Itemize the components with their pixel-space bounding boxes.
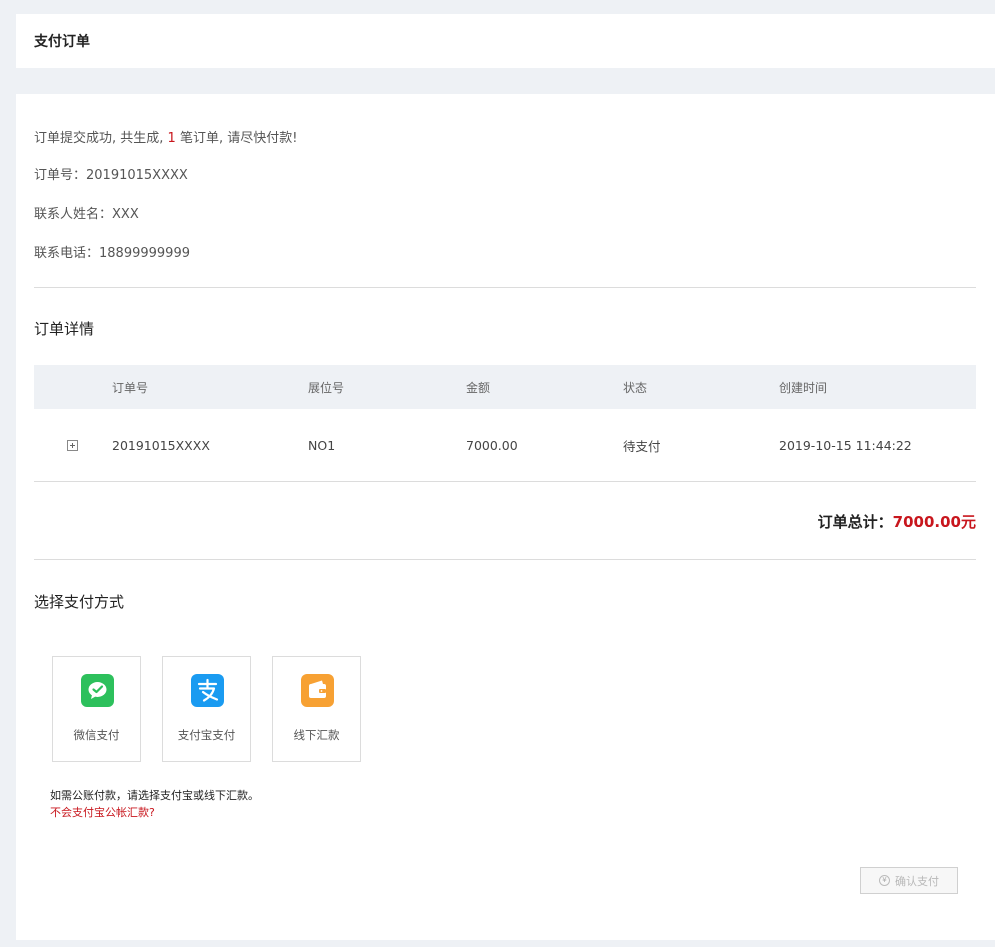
column-header-created-at: 创建时间: [779, 380, 828, 395]
page-header: 支付订单: [16, 14, 995, 68]
alipay-icon: [191, 674, 224, 707]
column-header-status: 状态: [623, 380, 648, 395]
order-total: 订单总计：7000.00元: [818, 511, 976, 532]
order-details-title: 订单详情: [34, 320, 95, 338]
row-status: 待支付: [623, 438, 661, 454]
contact-phone-label: 联系电话：: [34, 246, 100, 261]
payment-option-offline[interactable]: 线下汇款: [272, 656, 361, 762]
table-row: 20191015XXXX NO1 7000.00 待支付 2019-10-15 …: [34, 409, 976, 481]
confirm-payment-label: 确认支付: [895, 874, 939, 888]
yen-icon: ¥: [879, 875, 890, 886]
contact-phone-line: 联系电话：18899999999: [34, 242, 190, 261]
column-header-order-no: 订单号: [112, 380, 149, 395]
order-total-amount: 7000.00元: [892, 513, 976, 531]
order-table-header: 订单号 展位号 金额 状态 创建时间: [34, 365, 976, 409]
column-header-amount: 金额: [466, 380, 491, 395]
message-text-before: 订单提交成功, 共生成,: [34, 131, 168, 146]
payment-method-title: 选择支付方式: [34, 593, 125, 611]
order-number-label: 订单号：: [34, 168, 87, 183]
payment-option-wechat[interactable]: 微信支付: [52, 656, 141, 762]
row-order-no: 20191015XXXX: [112, 437, 210, 453]
wallet-icon: [301, 674, 334, 707]
payment-option-label: 支付宝支付: [177, 728, 236, 742]
payment-option-label: 微信支付: [73, 728, 120, 742]
contact-name-label: 联系人姓名：: [34, 207, 113, 222]
order-number-line: 订单号：20191015XXXX: [34, 164, 188, 183]
order-number-value: 20191015XXXX: [86, 168, 188, 183]
divider: [34, 287, 976, 288]
payment-option-label: 线下汇款: [293, 728, 340, 742]
wechat-icon: [81, 674, 114, 707]
row-created-at: 2019-10-15 11:44:22: [779, 437, 912, 453]
divider: [34, 481, 976, 482]
order-success-message: 订单提交成功, 共生成, 1 笔订单, 请尽快付款!: [34, 127, 297, 146]
order-main-card: 订单提交成功, 共生成, 1 笔订单, 请尽快付款! 订单号：20191015X…: [16, 94, 995, 940]
confirm-payment-button[interactable]: ¥ 确认支付: [860, 867, 958, 894]
payment-option-alipay[interactable]: 支付宝支付: [162, 656, 251, 762]
order-total-label: 订单总计：: [817, 513, 893, 531]
message-text-after: 笔订单, 请尽快付款!: [175, 131, 298, 146]
contact-phone-value: 18899999999: [99, 246, 190, 261]
public-account-note: 如需公账付款，请选择支付宝或线下汇款。: [50, 789, 259, 802]
contact-name-line: 联系人姓名：XXX: [34, 203, 139, 222]
row-amount: 7000.00: [466, 437, 518, 453]
alipay-transfer-help-link[interactable]: 不会支付宝公帐汇款?: [50, 804, 155, 820]
divider: [34, 559, 976, 560]
column-header-booth-no: 展位号: [308, 380, 345, 395]
page-title: 支付订单: [34, 34, 90, 50]
plus-square-icon[interactable]: [67, 439, 78, 451]
row-booth-no: NO1: [308, 437, 336, 453]
expand-row-button[interactable]: [67, 409, 78, 481]
contact-name-value: XXX: [112, 207, 139, 222]
order-count: 1: [167, 131, 176, 146]
